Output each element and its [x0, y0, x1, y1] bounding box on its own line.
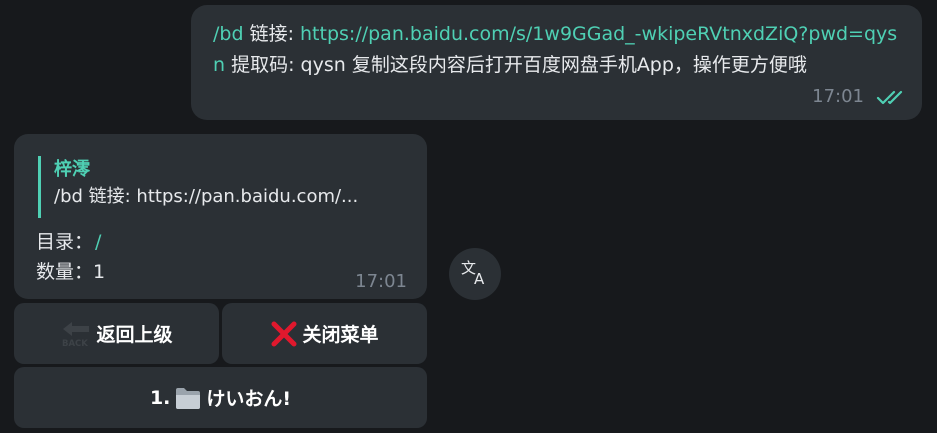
svg-text:A: A [474, 270, 485, 287]
outgoing-timestamp: 17:01 [812, 86, 864, 107]
folder-item-label: けいおん! [206, 388, 292, 410]
chat-view: /bd 链接: https://pan.baidu.com/s/1w9GGad_… [0, 0, 937, 433]
bot-command-link[interactable]: /bd [213, 23, 244, 45]
double-check-icon [876, 89, 908, 105]
message-meta: 17:01 [812, 81, 908, 112]
translate-button[interactable]: 文 A [449, 248, 501, 300]
directory-line: 目录： / [36, 228, 101, 256]
message-body-text: 提取码: qysn 复制这段内容后打开百度网盘手机App，操作更方便哦 [225, 54, 807, 76]
outgoing-message-text: /bd 链接: https://pan.baidu.com/s/1w9GGad_… [213, 19, 906, 81]
back-arrow-icon: BACK [60, 320, 92, 348]
back-button-label: 返回上级 [96, 324, 173, 346]
close-menu-button[interactable]: 关闭菜单 [222, 303, 427, 364]
link-label: 链接: [243, 23, 301, 45]
translate-icon: 文 A [460, 257, 490, 291]
reply-author-name: 梓澪 [54, 159, 90, 180]
folder-item-button[interactable]: 1. けいおん! [14, 367, 427, 428]
count-line: 数量：1 [36, 261, 106, 283]
directory-path-link[interactable]: / [95, 231, 101, 253]
close-menu-label: 关闭菜单 [302, 324, 379, 346]
folder-item-number: 1. [149, 386, 171, 409]
folder-icon [174, 385, 202, 411]
outgoing-message[interactable]: /bd 链接: https://pan.baidu.com/s/1w9GGad_… [191, 5, 922, 120]
reply-snippet: /bd 链接: https://pan.baidu.com/... [54, 186, 359, 207]
directory-label: 目录： [36, 231, 94, 253]
cross-mark-icon [270, 320, 298, 348]
back-button[interactable]: BACK 返回上级 [14, 303, 219, 364]
incoming-message[interactable]: 梓澪 /bd 链接: https://pan.baidu.com/... 目录：… [14, 134, 427, 299]
incoming-timestamp: 17:01 [355, 271, 407, 292]
reply-quote[interactable]: 梓澪 /bd 链接: https://pan.baidu.com/... [38, 156, 408, 218]
svg-text:BACK: BACK [62, 339, 88, 348]
